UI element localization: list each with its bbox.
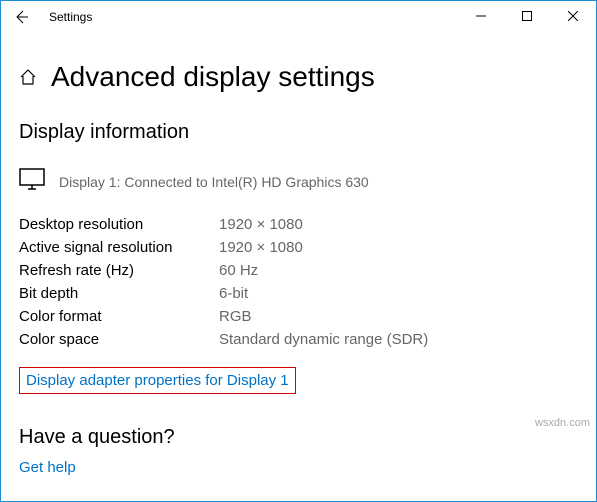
table-row: Desktop resolution 1920 × 1080 [19, 213, 428, 236]
close-button[interactable] [550, 1, 596, 31]
content-area: Advanced display settings Display inform… [1, 61, 596, 477]
titlebar: Settings [1, 1, 596, 33]
info-value: 6-bit [219, 282, 428, 305]
home-button[interactable] [19, 68, 37, 86]
info-label: Active signal resolution [19, 236, 219, 259]
minimize-button[interactable] [458, 1, 504, 31]
app-title: Settings [49, 10, 92, 24]
table-row: Active signal resolution 1920 × 1080 [19, 236, 428, 259]
window-controls [458, 1, 596, 31]
display-connection-text: Display 1: Connected to Intel(R) HD Grap… [59, 174, 369, 190]
info-label: Refresh rate (Hz) [19, 259, 219, 282]
question-title: Have a question? [19, 426, 578, 449]
info-label: Bit depth [19, 282, 219, 305]
watermark: wsxdn.com [535, 417, 590, 429]
table-row: Color format RGB [19, 305, 428, 328]
table-row: Refresh rate (Hz) 60 Hz [19, 259, 428, 282]
info-value: 60 Hz [219, 259, 428, 282]
page-header: Advanced display settings [19, 61, 578, 93]
get-help-link[interactable]: Get help [19, 459, 76, 476]
arrow-left-icon [13, 9, 29, 25]
info-label: Color format [19, 305, 219, 328]
maximize-button[interactable] [504, 1, 550, 31]
display-info-title: Display information [19, 121, 578, 144]
monitor-icon [19, 168, 45, 195]
info-value: Standard dynamic range (SDR) [219, 328, 428, 351]
maximize-icon [522, 11, 532, 21]
info-value: RGB [219, 305, 428, 328]
display-connection-row: Display 1: Connected to Intel(R) HD Grap… [19, 168, 578, 195]
info-value: 1920 × 1080 [219, 236, 428, 259]
info-label: Desktop resolution [19, 213, 219, 236]
titlebar-left: Settings [1, 7, 92, 27]
display-info-table: Desktop resolution 1920 × 1080 Active si… [19, 213, 428, 351]
table-row: Bit depth 6-bit [19, 282, 428, 305]
table-row: Color space Standard dynamic range (SDR) [19, 328, 428, 351]
close-icon [568, 11, 578, 21]
minimize-icon [476, 11, 486, 21]
info-label: Color space [19, 328, 219, 351]
display-adapter-properties-link[interactable]: Display adapter properties for Display 1 [19, 367, 296, 394]
info-value: 1920 × 1080 [219, 213, 428, 236]
page-title: Advanced display settings [51, 61, 375, 93]
home-icon [19, 68, 37, 86]
question-section: Have a question? Get help [19, 426, 578, 477]
back-button[interactable] [11, 7, 31, 27]
